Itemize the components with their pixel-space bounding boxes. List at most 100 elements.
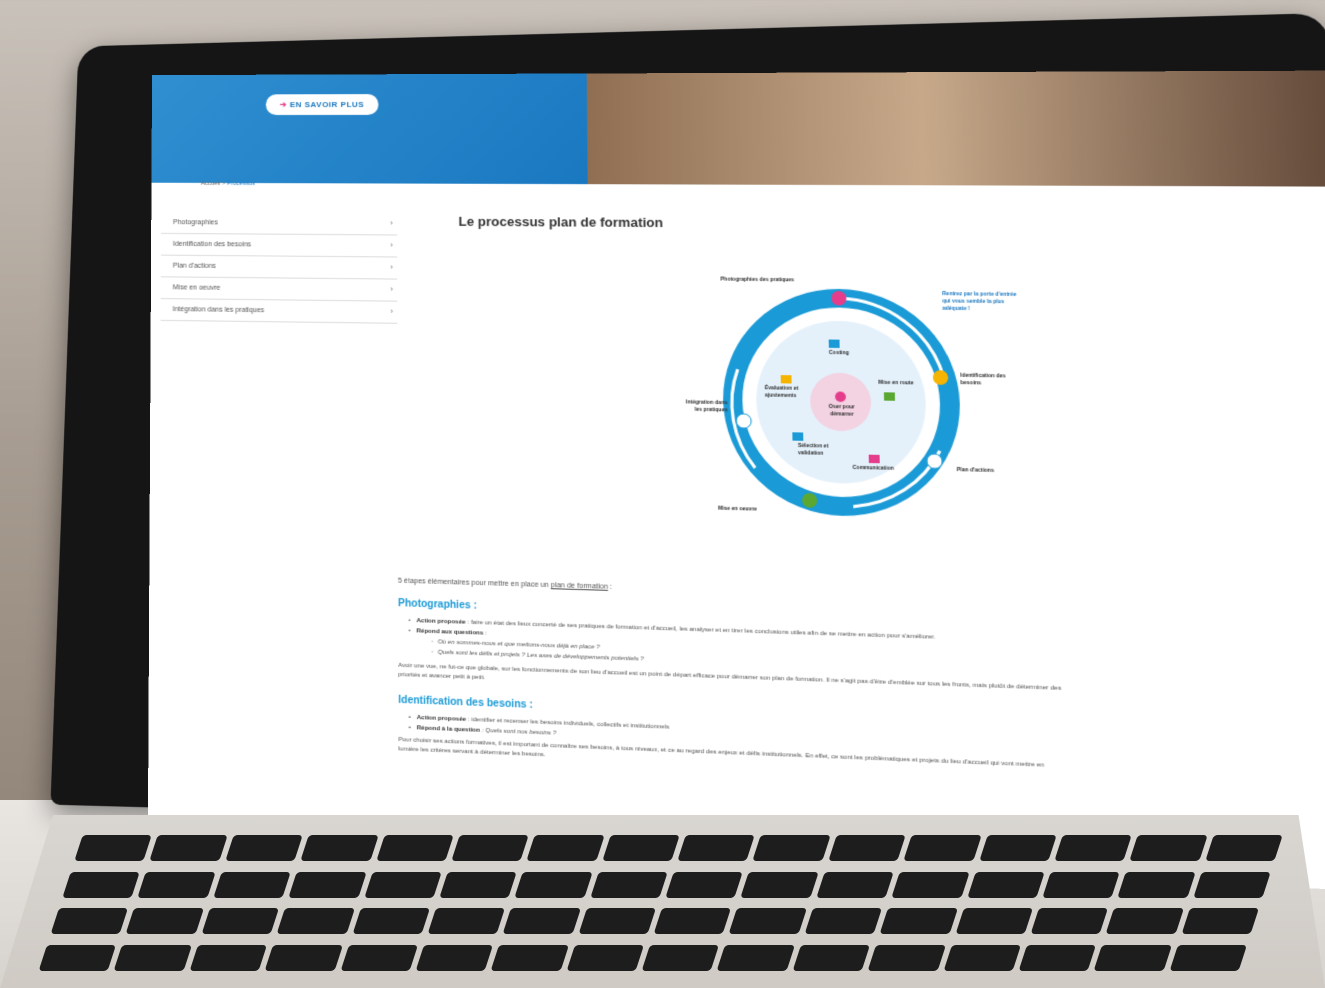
keyboard-key <box>39 945 117 971</box>
keyboard-key <box>1193 872 1271 898</box>
arrow-right-icon: ➔ <box>280 100 290 109</box>
route-icon <box>884 392 895 401</box>
keyboard-key <box>828 835 906 861</box>
diagram-label-communication: Communication <box>853 465 919 474</box>
keyboard-key <box>903 835 981 861</box>
keyboard-key <box>578 908 656 934</box>
keyboard-key <box>967 872 1045 898</box>
keyboard-key <box>300 835 378 861</box>
chevron-right-icon: › <box>390 262 393 271</box>
keyboard-key <box>213 872 291 898</box>
keyboard-key <box>566 945 644 971</box>
keyboard-key <box>1106 908 1184 934</box>
hero-photo <box>587 71 1325 187</box>
keyboard-key <box>527 835 605 861</box>
sidebar-item-mise-en-oeuvre[interactable]: Mise en oeuvre › <box>161 277 398 301</box>
keyboard-key <box>1169 945 1247 971</box>
sidebar-item-plan-actions[interactable]: Plan d'actions › <box>161 256 397 280</box>
photographies-paragraph: Avoir une vue, ne fut-ce que globale, su… <box>398 662 1325 714</box>
breadcrumb: Accueil > Processus <box>201 181 255 187</box>
chevron-right-icon: › <box>390 307 393 316</box>
keyboard-key <box>979 835 1057 861</box>
diagram-label-mise-en-route: Mise en route <box>878 380 927 388</box>
plan-formation-link[interactable]: plan de formation <box>551 582 608 591</box>
keyboard-key <box>352 908 430 934</box>
breadcrumb-home[interactable]: Accueil <box>201 181 220 187</box>
laptop-keyboard <box>0 815 1325 988</box>
keyboard-key <box>340 945 418 971</box>
keyboard-key <box>225 835 303 861</box>
identification-paragraph: Pour choisir ses actions formatives, il … <box>398 736 1325 793</box>
intro-paragraph: 5 étapes élémentaires pour mettre en pla… <box>398 578 612 591</box>
keyboard-key <box>1042 872 1120 898</box>
keyboard-key <box>51 908 129 934</box>
keyboard-key <box>277 908 355 934</box>
chevron-right-icon: › <box>390 218 393 227</box>
selection-icon <box>792 432 803 441</box>
keyboard-key <box>503 908 581 934</box>
main-content: Le processus plan de formation Photograp… <box>397 213 1325 234</box>
diagram-label-integration: Intégration dans les pratiques <box>679 399 727 414</box>
hero-blue-panel <box>151 73 587 184</box>
diagram-label-top: Photographies des pratiques <box>720 277 838 285</box>
keyboard-key <box>868 945 946 971</box>
breadcrumb-separator: > <box>222 181 226 187</box>
keyboard-key <box>729 908 807 934</box>
keyboard-key <box>804 908 882 934</box>
diagram-label-identification: Identification des besoins <box>960 373 1021 389</box>
section-heading-identification: Identification des besoins : <box>398 695 533 711</box>
browser-page: ➔ EN SAVOIR PLUS Accueil > Processus Pho… <box>148 71 1325 892</box>
keyboard-key <box>62 872 140 898</box>
keyboard-key <box>427 908 505 934</box>
keyboard-key <box>880 908 958 934</box>
section-heading-photographies: Photographies : <box>398 598 477 612</box>
learn-more-button[interactable]: ➔ EN SAVOIR PLUS <box>266 94 379 115</box>
key-grid <box>37 835 1282 975</box>
diagram-label-plan-actions: Plan d'actions <box>957 467 1024 476</box>
keyboard-key <box>439 872 517 898</box>
keyboard-key <box>717 945 795 971</box>
keyboard-key <box>416 945 494 971</box>
diagram-label-selection: Sélection et validation <box>798 443 847 459</box>
keyboard-key <box>1181 908 1259 934</box>
keyboard-key <box>364 872 442 898</box>
keyboard-key <box>753 835 831 861</box>
keyboard-key <box>665 872 743 898</box>
keyboard-key <box>892 872 970 898</box>
diagram-label-evaluation: Évaluation et ajustements <box>765 385 814 400</box>
keyboard-key <box>376 835 454 861</box>
sidebar-item-photographies[interactable]: Photographies › <box>161 212 397 235</box>
page-title: Le processus plan de formation <box>458 214 1325 234</box>
keyboard-key <box>741 872 819 898</box>
keyboard-key <box>816 872 894 898</box>
keyboard-key <box>126 908 204 934</box>
person-icon <box>736 414 751 429</box>
sidebar-nav: Photographies › Identification des besoi… <box>161 212 398 324</box>
keyboard-key <box>677 835 755 861</box>
keyboard-key <box>955 908 1033 934</box>
diagram-callout: Rentrez par la porte d'entrée qui vous s… <box>942 291 1020 314</box>
communication-icon <box>869 455 880 464</box>
keyboard-key <box>289 872 367 898</box>
diagram-label-costing: Costing <box>829 350 873 358</box>
keyboard-key <box>1054 835 1132 861</box>
costing-icon <box>829 340 840 348</box>
keyboard-key <box>1030 908 1108 934</box>
keyboard-key <box>1019 945 1097 971</box>
sidebar-item-integration[interactable]: Intégration dans les pratiques › <box>161 299 398 324</box>
process-diagram: Photographies des pratiques Rentrez par … <box>678 266 1075 544</box>
keyboard-key <box>792 945 870 971</box>
sidebar-item-identification[interactable]: Identification des besoins › <box>161 234 397 258</box>
keyboard-key <box>654 908 732 934</box>
breadcrumb-current: Processus <box>227 181 255 187</box>
keyboard-key <box>189 945 267 971</box>
clipboard-icon <box>927 454 943 469</box>
chevron-right-icon: › <box>390 285 393 294</box>
diagram-label-center: Oser pour démarrer <box>824 404 859 419</box>
keyboard-key <box>1205 835 1283 861</box>
keyboard-key <box>602 835 680 861</box>
keyboard-key <box>515 872 593 898</box>
keyboard-key <box>1118 872 1196 898</box>
keyboard-key <box>138 872 216 898</box>
keyboard-key <box>1130 835 1208 861</box>
